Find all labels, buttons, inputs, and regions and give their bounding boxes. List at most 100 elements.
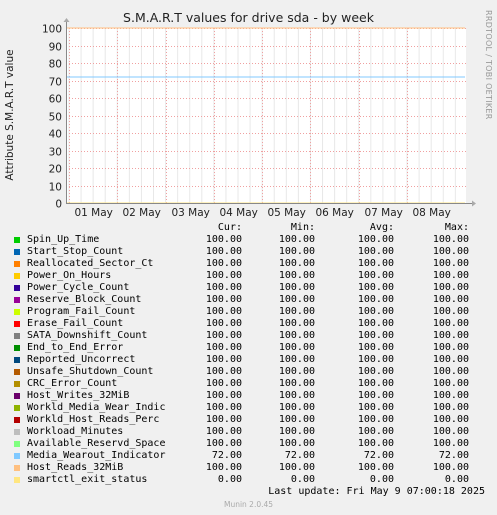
legend-min-value: 100.00 xyxy=(278,258,315,269)
legend-min-value: 100.00 xyxy=(278,390,315,401)
legend-min-value: 100.00 xyxy=(278,342,315,353)
legend-avg-value: 100.00 xyxy=(357,246,394,257)
header-cur: Cur: xyxy=(217,222,242,233)
y-tick-label: 60 xyxy=(49,94,62,106)
legend-series-name: Erase_Fail_Count xyxy=(27,318,124,329)
legend-series-name: Power_On_Hours xyxy=(27,270,112,281)
legend-swatch xyxy=(14,333,20,339)
legend-cur-value: 100.00 xyxy=(205,330,242,341)
header-max: Max: xyxy=(444,222,469,233)
legend-cur-value: 100.00 xyxy=(205,294,242,305)
plot-background xyxy=(66,28,466,203)
legend-max-value: 100.00 xyxy=(432,294,469,305)
legend-swatch xyxy=(14,249,20,255)
x-tick-label: 01 May xyxy=(74,207,112,219)
legend-swatch xyxy=(14,297,20,303)
legend-swatch xyxy=(14,393,20,399)
legend-min-value: 100.00 xyxy=(278,318,315,329)
legend-series-name: Program_Fail_Count xyxy=(27,306,136,317)
x-tick-label: 05 May xyxy=(267,207,305,219)
legend-min-value: 100.00 xyxy=(278,378,315,389)
legend-row: Host_Writes_32MiB 100.00 100.00 100.00 100.0… xyxy=(12,390,492,402)
y-tick-label: 80 xyxy=(49,59,62,71)
legend-series-name: Host_Reads_32MiB xyxy=(27,462,124,473)
legend-swatch xyxy=(14,381,20,387)
legend-max-value: 0.00 xyxy=(444,474,469,485)
legend-avg-value: 100.00 xyxy=(357,270,394,281)
legend-cur-value: 0.00 xyxy=(217,474,242,485)
legend-series-name: End_to_End_Error xyxy=(27,342,124,353)
legend-min-value: 100.00 xyxy=(278,402,315,413)
legend-cur-value: 100.00 xyxy=(205,282,242,293)
legend-max-value: 100.00 xyxy=(432,402,469,413)
legend-swatch xyxy=(14,453,20,459)
legend-max-value: 100.00 xyxy=(432,282,469,293)
legend-min-value: 100.00 xyxy=(278,246,315,257)
legend-row: Available_Reservd_Space 100.00 100.00 100.0… xyxy=(12,438,492,450)
legend-series-name: Available_Reservd_Space xyxy=(27,438,166,449)
legend-max-value: 100.00 xyxy=(432,270,469,281)
legend-max-value: 100.00 xyxy=(432,354,469,365)
legend-swatch xyxy=(14,417,20,423)
legend-max-value: 100.00 xyxy=(432,306,469,317)
legend-min-value: 100.00 xyxy=(278,438,315,449)
legend-series-name: Workld_Host_Reads_Perc xyxy=(27,414,160,425)
legend-max-value: 100.00 xyxy=(432,330,469,341)
x-tick-label: 03 May xyxy=(171,207,209,219)
legend-avg-value: 100.00 xyxy=(357,354,394,365)
legend-series-name: Host_Writes_32MiB xyxy=(27,390,130,401)
legend-min-value: 100.00 xyxy=(278,414,315,425)
legend-max-value: 100.00 xyxy=(432,426,469,437)
legend-max-value: 100.00 xyxy=(432,414,469,425)
y-tick-label: 50 xyxy=(49,112,62,124)
legend-row: Program_Fail_Count 100.00 100.00 100.00 100.… xyxy=(12,306,492,318)
legend-max-value: 100.00 xyxy=(432,246,469,257)
y-tick-label: 0 xyxy=(55,199,62,211)
x-tick-label: 08 May xyxy=(412,207,450,219)
legend-row: Reported_Uncorrect 100.00 100.00 100.00 100.… xyxy=(12,354,492,366)
legend-series-name: Media_Wearout_Indicator xyxy=(27,450,166,461)
legend-series-name: Workload_Minutes xyxy=(27,426,124,437)
legend-max-value: 100.00 xyxy=(432,258,469,269)
legend-row: Workload_Minutes 100.00 100.00 100.00 100.00 xyxy=(12,426,492,438)
legend-avg-value: 100.00 xyxy=(357,342,394,353)
legend-row: CRC_Error_Count 100.00 100.00 100.00 100.00 xyxy=(12,378,492,390)
legend-avg-value: 100.00 xyxy=(357,318,394,329)
legend-avg-value: 100.00 xyxy=(357,402,394,413)
legend-row: SATA_Downshift_Count 100.00 100.00 100.00 10… xyxy=(12,330,492,342)
y-axis-arrow xyxy=(63,18,70,22)
legend-min-value: 100.00 xyxy=(278,306,315,317)
legend-swatch xyxy=(14,465,20,471)
x-tick-label: 07 May xyxy=(364,207,402,219)
legend-min-value: 100.00 xyxy=(278,426,315,437)
legend-cur-value: 100.00 xyxy=(205,402,242,413)
legend-avg-value: 100.00 xyxy=(357,378,394,389)
legend-row: Media_Wearout_Indicator 72.00 72.00 72.00 72… xyxy=(12,450,492,462)
legend-row: Erase_Fail_Count 100.00 100.00 100.00 100.00 xyxy=(12,318,492,330)
legend-row: Host_Reads_32MiB 100.00 100.00 100.00 100.00 xyxy=(12,462,492,474)
legend-series-name: CRC_Error_Count xyxy=(27,378,118,389)
legend-cur-value: 100.00 xyxy=(205,318,242,329)
y-tick-label: 100 xyxy=(42,24,62,36)
legend-row: Power_On_Hours 100.00 100.00 100.00 100.00 xyxy=(12,270,492,282)
legend-avg-value: 100.00 xyxy=(357,414,394,425)
legend-avg-value: 100.00 xyxy=(357,234,394,245)
x-tick-label: 02 May xyxy=(122,207,160,219)
legend-cur-value: 100.00 xyxy=(205,438,242,449)
y-tick-label: 20 xyxy=(49,164,62,176)
x-tick-label: 06 May xyxy=(315,207,353,219)
legend-cur-value: 100.00 xyxy=(205,378,242,389)
legend-min-value: 100.00 xyxy=(278,366,315,377)
last-update: Last update: Fri May 9 07:00:18 2025 xyxy=(268,486,485,497)
legend-min-value: 72.00 xyxy=(284,450,315,461)
legend-avg-value: 100.00 xyxy=(357,282,394,293)
legend-swatch xyxy=(14,477,20,483)
legend-min-value: 100.00 xyxy=(278,282,315,293)
legend-min-value: 100.00 xyxy=(278,234,315,245)
legend-row: Power_Cycle_Count 100.00 100.00 100.00 100.0… xyxy=(12,282,492,294)
legend-max-value: 100.00 xyxy=(432,342,469,353)
legend-series-name: Spin_Up_Time xyxy=(27,234,100,245)
legend-row: Start_Stop_Count 100.00 100.00 100.00 100.00 xyxy=(12,246,492,258)
legend-series-name: Start_Stop_Count xyxy=(27,246,124,257)
legend-row: Workld_Media_Wear_Indic 100.00 100.00 100.0… xyxy=(12,402,492,414)
